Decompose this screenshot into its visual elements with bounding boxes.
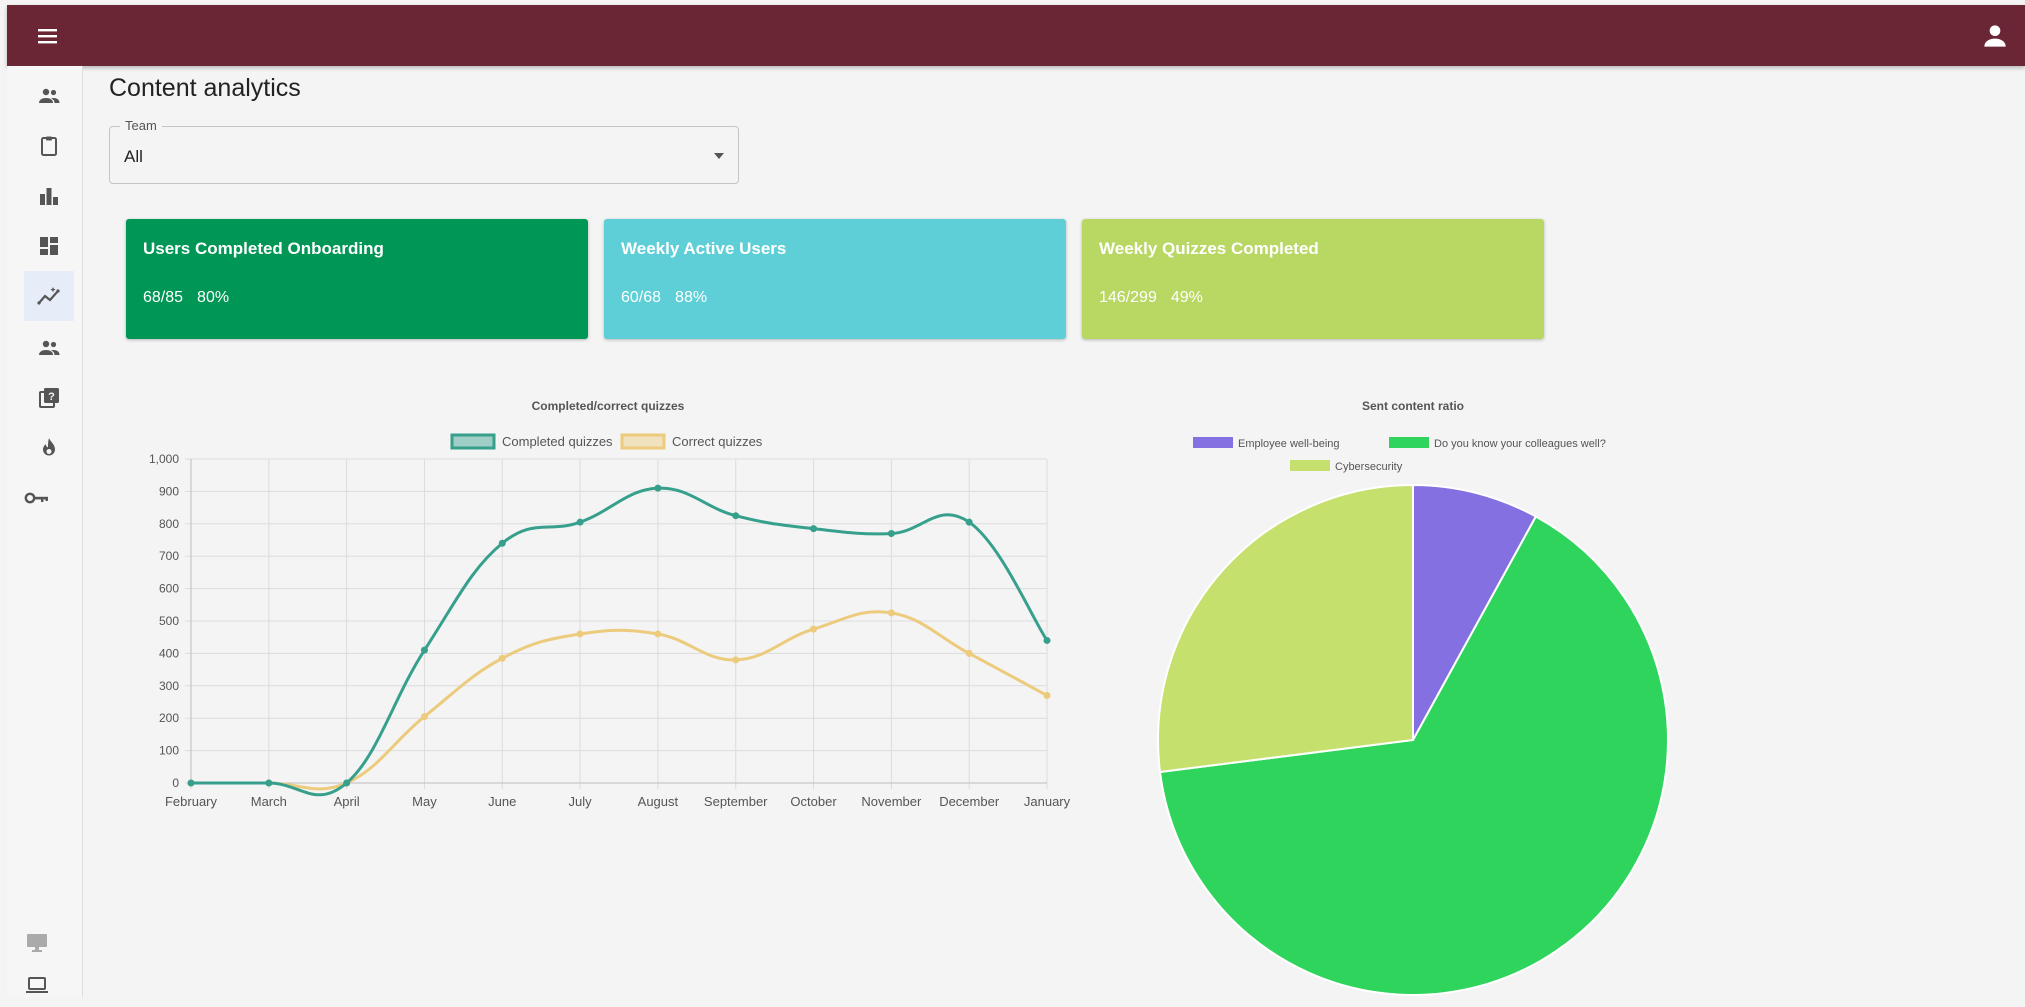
data-point bbox=[887, 530, 895, 538]
y-tick-label: 200 bbox=[159, 711, 179, 725]
data-point bbox=[187, 779, 195, 787]
x-tick-label: February bbox=[165, 794, 218, 809]
legend-swatch-1 bbox=[620, 433, 666, 450]
x-tick-label: June bbox=[488, 794, 516, 809]
series-line bbox=[190, 610, 1048, 791]
y-tick-label: 900 bbox=[159, 484, 179, 498]
series-line bbox=[190, 486, 1049, 797]
x-tick-label: December bbox=[939, 794, 1000, 809]
y-tick-label: 400 bbox=[159, 646, 179, 660]
legend-label-1: Correct quizzes bbox=[672, 434, 763, 449]
data-point bbox=[1043, 636, 1051, 644]
legend-swatch-0 bbox=[1193, 437, 1233, 448]
data-point bbox=[420, 646, 428, 654]
data-point bbox=[654, 630, 662, 638]
legend-label-0: Employee well-being bbox=[1238, 438, 1340, 450]
stat-card-weekly-quizzes: Weekly Quizzes Completed 146/299 49% bbox=[1082, 219, 1544, 339]
data-point bbox=[265, 779, 273, 787]
data-point bbox=[576, 518, 584, 526]
stat-card-count: 146/299 bbox=[1099, 289, 1157, 306]
legend-swatch-2 bbox=[1290, 460, 1330, 471]
data-point bbox=[965, 649, 973, 657]
sidebar-item-laptop[interactable] bbox=[12, 963, 62, 1007]
data-point bbox=[810, 525, 818, 533]
data-point bbox=[420, 713, 428, 721]
x-tick-label: August bbox=[638, 794, 679, 809]
y-tick-label: 700 bbox=[159, 549, 179, 563]
stat-card-percent: 49% bbox=[1170, 289, 1203, 306]
account-icon bbox=[1984, 25, 2006, 47]
data-point bbox=[732, 656, 740, 664]
legend-label-2: Cybersecurity bbox=[1335, 461, 1403, 473]
data-point bbox=[887, 609, 895, 617]
y-tick-label: 100 bbox=[159, 744, 179, 758]
x-tick-label: May bbox=[412, 794, 437, 809]
legend-label-0: Completed quizzes bbox=[502, 434, 613, 449]
data-point bbox=[654, 484, 662, 492]
legend-label-1: Do you know your colleagues well? bbox=[1434, 438, 1606, 450]
data-point bbox=[732, 512, 740, 520]
monitor-icon bbox=[27, 934, 47, 952]
data-point bbox=[965, 518, 973, 526]
y-tick-label: 300 bbox=[159, 679, 179, 693]
x-tick-label: October bbox=[790, 794, 837, 809]
y-tick-label: 800 bbox=[159, 517, 179, 531]
legend-swatch-1 bbox=[1389, 437, 1429, 448]
y-tick-label: 600 bbox=[159, 582, 179, 596]
data-point bbox=[1043, 692, 1051, 700]
pie-chart-title: Sent content ratio bbox=[1361, 399, 1464, 413]
pie-chart: Employee well-being Do you know your coll… bbox=[1157, 437, 1669, 996]
sidebar-item-desktop[interactable] bbox=[12, 921, 62, 965]
x-tick-label: March bbox=[251, 794, 287, 809]
x-tick-label: April bbox=[334, 794, 360, 809]
legend-swatch-0 bbox=[450, 433, 496, 450]
pie-slice-2 bbox=[1157, 483, 1414, 774]
data-point bbox=[498, 654, 506, 662]
stat-card-title: Weekly Quizzes Completed bbox=[1099, 239, 1319, 258]
data-point bbox=[576, 630, 584, 638]
line-chart: Completed quizzes Correct quizzes 0 100 200 3… bbox=[149, 433, 1071, 809]
x-tick-label: September bbox=[704, 794, 768, 809]
y-tick-label: 1,000 bbox=[149, 452, 179, 466]
data-point bbox=[810, 625, 818, 633]
y-tick-label: 500 bbox=[159, 614, 179, 628]
x-tick-label: January bbox=[1024, 794, 1071, 809]
y-tick-label: 0 bbox=[172, 776, 179, 790]
account-button[interactable] bbox=[1979, 20, 2011, 52]
laptop-icon bbox=[26, 977, 48, 993]
data-point bbox=[343, 779, 351, 787]
data-point bbox=[498, 539, 506, 547]
x-tick-label: November bbox=[861, 794, 922, 809]
x-tick-label: July bbox=[569, 794, 593, 809]
